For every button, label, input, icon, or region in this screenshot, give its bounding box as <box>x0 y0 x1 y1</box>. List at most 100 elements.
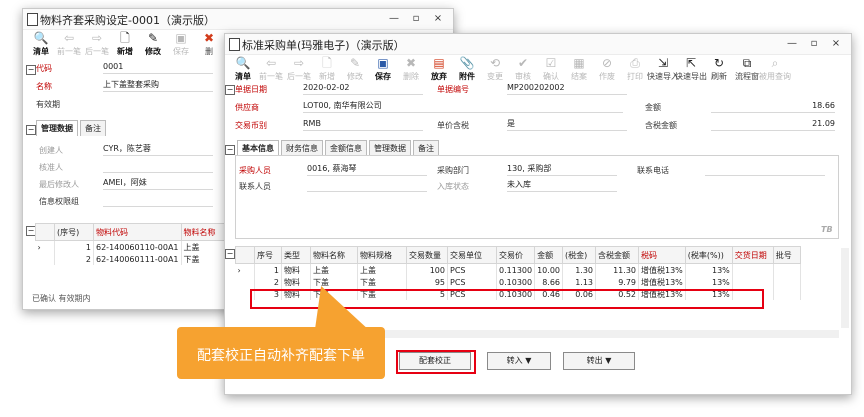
collapse-toggle[interactable]: − <box>225 249 235 259</box>
match-correct-button[interactable]: 配套校正 <box>399 352 471 370</box>
titlebar: 物料齐套采购设定-0001（演示版） — ▫ × <box>23 9 453 30</box>
void-button[interactable]: ⊘ 作废 <box>593 55 621 85</box>
permission-field[interactable] <box>103 194 213 207</box>
list-button[interactable]: 🔍 清单 <box>229 55 257 85</box>
edit-button[interactable]: ✎ 修改 <box>341 55 369 85</box>
tab-management[interactable]: 管理数据 <box>36 120 78 136</box>
refresh-button[interactable]: ↻ 刷新 <box>705 55 733 85</box>
date-label: 单据日期 <box>235 85 267 94</box>
save-button[interactable]: ▣ 保存 <box>369 55 397 85</box>
delete-icon: ✖ <box>405 56 417 70</box>
tab-remarks[interactable]: 备注 <box>80 120 106 136</box>
collapse-toggle[interactable]: − <box>225 145 235 155</box>
table-row[interactable]: 2 62-140060111-00A1 下盖 下 <box>35 253 240 265</box>
col-spec: 物料规格 <box>357 246 407 264</box>
edit-button[interactable]: ✎ 修改 <box>139 30 167 60</box>
next-button[interactable]: ⇨ 后一笔 <box>285 55 313 85</box>
col-batch: 批号 <box>772 246 801 264</box>
tab-amount[interactable]: 金额信息 <box>325 140 367 156</box>
maximize-button[interactable]: ▫ <box>405 11 427 27</box>
modifier-label: 最后修改人 <box>39 180 79 189</box>
attachment-button[interactable]: 📎 附件 <box>453 55 481 85</box>
dropdown-arrow-icon: ▼ <box>605 356 612 365</box>
total-label: 含税金额 <box>645 121 677 130</box>
discard-button[interactable]: ▤ 放弃 <box>425 55 453 85</box>
tab-management[interactable]: 管理数据 <box>369 140 411 156</box>
name-field[interactable]: 上下盖整套采购 <box>103 79 213 92</box>
no-field[interactable]: MP200202002 <box>507 82 627 95</box>
change-button[interactable]: ⟲ 变更 <box>481 55 509 85</box>
name-label: 名称 <box>36 82 52 91</box>
table-row[interactable]: › 1 物料 上盖 上盖 100 PCS 0.11300 10.00 1.30 11.30 增值税13… <box>235 263 801 276</box>
next-button[interactable]: ⇨ 后一笔 <box>83 30 111 60</box>
code-field[interactable]: 0001 <box>103 61 213 74</box>
print-button[interactable]: ⎙ 打印 <box>621 55 649 85</box>
collapse-toggle[interactable]: − <box>26 125 36 135</box>
currency-field[interactable]: RMB <box>303 118 423 131</box>
new-doc-icon: 🗋 <box>120 31 130 45</box>
dept-field[interactable]: 130, 采购部 <box>507 163 617 176</box>
col-seq: 序号 <box>254 246 282 264</box>
quick-export-button[interactable]: ⇱ 快速导出 <box>675 55 707 85</box>
cell: 1 <box>254 263 282 276</box>
amount-label: 金额 <box>645 103 661 112</box>
contact-phone-field[interactable] <box>705 163 825 176</box>
amount-field: 18.66 <box>711 100 835 113</box>
prev-button[interactable]: ⇦ 前一笔 <box>55 30 83 60</box>
tab-basic[interactable]: 基本信息 <box>237 140 279 156</box>
list-button[interactable]: 🔍 清单 <box>27 30 55 60</box>
edit-icon: ✎ <box>349 56 361 70</box>
collapse-toggle[interactable]: − <box>225 85 235 95</box>
tabs: 管理数据 备注 <box>36 120 108 136</box>
table-row[interactable]: › 1 62-140060110-00A1 上盖 上 <box>35 240 240 253</box>
tab-finance[interactable]: 财务信息 <box>281 140 323 156</box>
creator-label: 创建人 <box>39 146 63 155</box>
code-label: 代码 <box>36 64 52 73</box>
transfer-in-button[interactable]: 转入 ▼ <box>487 352 551 370</box>
row-pointer: › <box>235 263 255 276</box>
cell: PCS <box>447 276 497 288</box>
col-price: 交易价 <box>495 246 536 264</box>
vertical-scrollbar[interactable] <box>841 248 849 328</box>
tab-remarks[interactable]: 备注 <box>413 140 439 156</box>
cell: 62-140060111-00A1 <box>93 253 182 265</box>
collapse-toggle[interactable]: − <box>26 65 36 75</box>
new-button[interactable]: 🗋 新增 <box>111 30 139 60</box>
tax-included-field[interactable]: 是 <box>507 118 627 131</box>
cell: 0.10300 <box>496 276 536 288</box>
buyer-field[interactable]: 0016, 蔡海琴 <box>307 163 427 176</box>
minimize-button[interactable]: — <box>781 36 803 52</box>
flow-window-button[interactable]: ⧉ 流程窗 <box>733 55 761 85</box>
query-icon: ⌕ <box>771 56 779 70</box>
save-button[interactable]: ▣ 保存 <box>167 30 195 60</box>
new-button[interactable]: 🗋 新增 <box>313 55 341 85</box>
cell <box>773 276 801 288</box>
modifier-field: AMEI，阿妹 <box>103 177 213 190</box>
quick-import-button[interactable]: ⇲ 快速导入 <box>647 55 679 85</box>
close-case-button[interactable]: ▦ 结案 <box>565 55 593 85</box>
titlebar: 标准采购单(玛雅电子)（演示版） — ▫ × <box>225 34 851 55</box>
date-field[interactable]: 2020-02-02 <box>303 82 423 95</box>
contact-person-field[interactable] <box>307 179 427 192</box>
col-name: 物料名称 <box>180 223 225 241</box>
cell: 1.13 <box>562 276 596 288</box>
save-icon: ▣ <box>377 56 389 70</box>
delete-button[interactable]: ✖ 删 <box>195 30 223 60</box>
maximize-button[interactable]: ▫ <box>803 36 825 52</box>
confirm-button[interactable]: ☑ 确认 <box>537 55 565 85</box>
minimize-button[interactable]: — <box>383 11 405 27</box>
audit-icon: ✔ <box>517 56 529 70</box>
row-pointer <box>35 253 55 265</box>
used-query-button[interactable]: ⌕ 被用查询 <box>759 55 791 85</box>
print-icon: ⎙ <box>630 56 640 70</box>
audit-button[interactable]: ✔ 审核 <box>509 55 537 85</box>
transfer-out-button[interactable]: 转出 ▼ <box>563 352 635 370</box>
cell: 下盖 <box>181 253 225 265</box>
delete-button[interactable]: ✖ 删除 <box>397 55 425 85</box>
prev-button[interactable]: ⇦ 前一笔 <box>257 55 285 85</box>
close-button[interactable]: × <box>825 36 847 52</box>
close-button[interactable]: × <box>427 11 449 27</box>
dept-label: 采购部门 <box>437 166 469 175</box>
supplier-field[interactable]: LOT00, 南华有限公司 <box>303 100 623 113</box>
stock-state-label: 入库状态 <box>437 182 469 191</box>
